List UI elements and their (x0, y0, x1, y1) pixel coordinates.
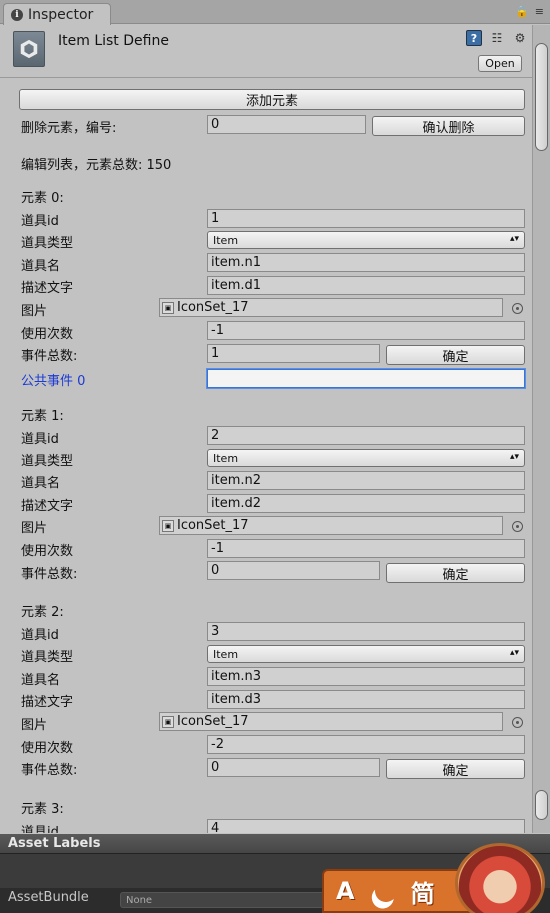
event-count-label: 事件总数: (21, 349, 78, 364)
open-button[interactable]: Open (478, 55, 522, 72)
confirm-delete-button[interactable]: 确认删除 (372, 116, 525, 136)
tab-inspector-label: Inspector (28, 6, 94, 23)
item-type-value: Item (213, 451, 239, 465)
item-name-field[interactable]: item.n2 (207, 471, 525, 490)
item-desc-label: 描述文字 (21, 695, 74, 710)
item-desc-label: 描述文字 (21, 499, 74, 514)
item-type-label: 道具类型 (21, 236, 74, 251)
select-arrows-icon: ▴▾ (509, 648, 519, 658)
menu-icon[interactable]: ≡ (535, 5, 544, 18)
element-header: 元素 1: (21, 409, 64, 424)
total-count-label: 编辑列表，元素总数: 150 (21, 158, 172, 173)
item-image-label: 图片 (21, 521, 48, 536)
select-arrows-icon: ▴▾ (509, 234, 519, 244)
tab-bar: i Inspector 🔒 ≡ (0, 0, 550, 25)
tab-controls: 🔒 ≡ (515, 5, 544, 18)
item-uses-label: 使用次数 (21, 327, 74, 342)
lock-icon[interactable]: 🔒 (515, 5, 529, 18)
object-picker-icon[interactable] (512, 717, 523, 728)
item-id-field[interactable]: 3 (207, 622, 525, 641)
confirm-button[interactable]: 确定 (386, 563, 525, 583)
event-count-label: 事件总数: (21, 763, 78, 778)
inspector-header: Item List Define ? ☷ ⚙ Open (0, 25, 532, 78)
sprite-icon: ▣ (162, 519, 174, 532)
item-id-label: 道具id (21, 432, 59, 447)
item-id-label: 道具id (21, 628, 59, 643)
help-icon[interactable]: ? (466, 30, 482, 46)
add-element-button[interactable]: 添加元素 (19, 89, 525, 110)
public-event-field[interactable] (207, 369, 525, 388)
item-id-field[interactable]: 1 (207, 209, 525, 228)
ime-mode-letter[interactable]: A (336, 877, 355, 905)
item-desc-field[interactable]: item.d3 (207, 690, 525, 709)
preset-sliders-icon[interactable]: ☷ (489, 30, 505, 46)
asset-bundle-label: AssetBundle (8, 890, 89, 905)
sprite-icon: ▣ (162, 301, 174, 314)
event-count-label: 事件总数: (21, 567, 78, 582)
public-event-label: 公共事件 0 (21, 374, 86, 389)
vertical-scrollbar[interactable] (532, 25, 550, 833)
info-icon: i (11, 8, 23, 21)
item-desc-field[interactable]: item.d1 (207, 276, 525, 295)
item-type-select[interactable]: Item ▴▾ (207, 231, 525, 249)
item-id-field[interactable]: 4 (207, 819, 525, 833)
item-type-label: 道具类型 (21, 454, 74, 469)
item-uses-field[interactable]: -2 (207, 735, 525, 754)
item-name-field[interactable]: item.n1 (207, 253, 525, 272)
confirm-button[interactable]: 确定 (386, 759, 525, 779)
item-image-label: 图片 (21, 304, 48, 319)
item-id-label: 道具id (21, 825, 59, 833)
object-picker-icon[interactable] (512, 303, 523, 314)
item-image-field[interactable]: ▣ IconSet_17 (159, 516, 503, 535)
element-header: 元素 3: (21, 802, 64, 817)
asset-labels-header[interactable]: Asset Labels (0, 834, 550, 854)
item-name-label: 道具名 (21, 259, 61, 274)
element-header: 元素 0: (21, 191, 64, 206)
confirm-button[interactable]: 确定 (386, 345, 525, 365)
event-count-field[interactable]: 0 (207, 561, 380, 580)
ime-mode-char[interactable]: 简 (411, 874, 435, 909)
item-name-label: 道具名 (21, 476, 61, 491)
moon-icon[interactable] (371, 876, 401, 906)
item-image-field[interactable]: ▣ IconSet_17 (159, 298, 503, 317)
item-image-field[interactable]: ▣ IconSet_17 (159, 712, 503, 731)
item-uses-field[interactable]: -1 (207, 321, 525, 340)
item-type-value: Item (213, 647, 239, 661)
scrollbar-lower-handle[interactable] (535, 790, 548, 820)
item-type-value: Item (213, 233, 239, 247)
event-count-field[interactable]: 0 (207, 758, 380, 777)
asset-bundle-select[interactable]: None (120, 892, 325, 908)
scrollbar-thumb[interactable] (535, 43, 548, 151)
gear-icon[interactable]: ⚙ (512, 30, 528, 46)
select-arrows-icon: ▴▾ (509, 452, 519, 462)
asset-title: Item List Define (58, 33, 169, 49)
item-id-field[interactable]: 2 (207, 426, 525, 445)
header-icons: ? ☷ ⚙ (466, 30, 528, 46)
ime-avatar (455, 843, 545, 913)
item-image-value: IconSet_17 (177, 518, 249, 533)
unity-asset-icon (13, 31, 45, 67)
item-type-select[interactable]: Item ▴▾ (207, 449, 525, 467)
object-picker-icon[interactable] (512, 521, 523, 532)
item-type-label: 道具类型 (21, 650, 74, 665)
item-desc-label: 描述文字 (21, 281, 74, 296)
tab-inspector[interactable]: i Inspector (3, 3, 111, 25)
item-id-label: 道具id (21, 214, 59, 229)
item-name-label: 道具名 (21, 673, 61, 688)
delete-index-label: 删除元素，编号: (21, 121, 117, 136)
event-count-field[interactable]: 1 (207, 344, 380, 363)
inspector-content: 添加元素 删除元素，编号: 0 确认删除 编辑列表，元素总数: 150 元素 0… (0, 79, 532, 833)
element-header: 元素 2: (21, 605, 64, 620)
delete-index-field[interactable]: 0 (207, 115, 366, 134)
item-uses-label: 使用次数 (21, 544, 74, 559)
item-uses-label: 使用次数 (21, 741, 74, 756)
item-type-select[interactable]: Item ▴▾ (207, 645, 525, 663)
item-image-value: IconSet_17 (177, 300, 249, 315)
item-uses-field[interactable]: -1 (207, 539, 525, 558)
item-name-field[interactable]: item.n3 (207, 667, 525, 686)
item-image-label: 图片 (21, 718, 48, 733)
item-image-value: IconSet_17 (177, 714, 249, 729)
item-desc-field[interactable]: item.d2 (207, 494, 525, 513)
sprite-icon: ▣ (162, 715, 174, 728)
